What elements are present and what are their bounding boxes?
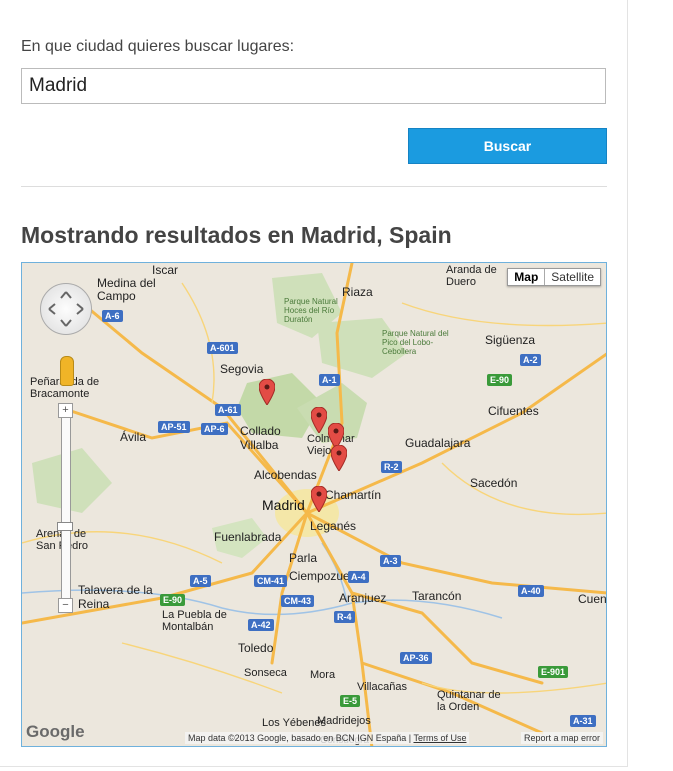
place-marker[interactable] — [311, 486, 327, 512]
road-shield: E-5 — [340, 695, 361, 707]
city-label: Leganés — [310, 519, 357, 533]
road-shield: CM-41 — [254, 575, 288, 587]
map-type-satellite-button[interactable]: Satellite — [545, 269, 600, 285]
city-label: Sacedón — [470, 476, 518, 490]
road-shield: A-42 — [248, 619, 274, 631]
road-shield: A-2 — [520, 354, 541, 366]
city-label: Chamartín — [325, 488, 382, 502]
city-label: Aranjuez — [339, 591, 387, 605]
place-marker[interactable] — [331, 445, 347, 471]
city-label: Villacañas — [357, 681, 407, 693]
park-label: Parque Natural Hoces del Río Duratón — [284, 297, 338, 324]
city-label: Cuenca — [578, 592, 607, 606]
search-label: En que ciudad quieres buscar lugares: — [21, 38, 295, 55]
city-label: Aranda de Duero — [446, 264, 497, 288]
search-panel: En que ciudad quieres buscar lugares: Bu… — [0, 0, 628, 767]
road-shield: AP-36 — [400, 652, 432, 664]
road-shield: A-40 — [518, 585, 544, 597]
city-label: Peñaranda de Bracamonte — [30, 376, 100, 400]
city-label: Iscar — [152, 263, 179, 277]
place-marker[interactable] — [259, 379, 275, 405]
city-label: Tarancón — [412, 589, 462, 603]
road-shield: A-3 — [380, 555, 401, 567]
city-label: Parla — [289, 551, 318, 565]
road-shield: AP-51 — [158, 421, 190, 433]
zoom-in-button[interactable]: + — [58, 403, 73, 418]
city-label: Segovia — [220, 362, 264, 376]
city-label: Ávila — [120, 430, 147, 444]
city-label: Sonseca — [244, 667, 287, 679]
report-map-error-link[interactable]: Report a map error — [520, 732, 603, 744]
city-label: Madridejos — [317, 715, 371, 727]
zoom-out-button[interactable]: − — [58, 598, 73, 613]
pan-control[interactable] — [40, 283, 92, 335]
road-shield: A-31 — [570, 715, 596, 727]
road-shield: AP-6 — [201, 423, 228, 435]
city-label: Cifuentes — [488, 404, 539, 418]
map-type-map-button[interactable]: Map — [508, 269, 546, 285]
park-label: Parque Natural del Pico del Lobo-Cebolle… — [382, 329, 449, 356]
road-shield: A-1 — [319, 374, 340, 386]
search-button[interactable]: Buscar — [408, 128, 607, 164]
city-label: Sigüenza — [485, 333, 536, 347]
map-attribution: Map data ©2013 Google, basado en BCN IGN… — [185, 732, 470, 744]
place-marker[interactable] — [311, 407, 327, 433]
attribution-text: Map data ©2013 Google, basado en BCN IGN… — [188, 733, 407, 743]
divider — [21, 186, 607, 187]
city-label: La Puebla de Montalbán — [162, 609, 227, 633]
results-title: Mostrando resultados en Madrid, Spain — [21, 222, 452, 248]
terms-of-use-link[interactable]: Terms of Use — [413, 733, 466, 743]
city-label: Quintanar de la Orden — [437, 689, 501, 713]
city-label: Mora — [310, 669, 336, 681]
road-shield: E-901 — [538, 666, 569, 678]
road-shield: A-5 — [190, 575, 211, 587]
zoom-slider-track[interactable] — [61, 403, 71, 605]
road-shield: CM-43 — [281, 595, 315, 607]
city-label: Madrid — [262, 497, 305, 513]
city-label: Collado Villalba — [240, 424, 281, 452]
map-type-control: Map Satellite — [507, 268, 601, 286]
city-label: Fuenlabrada — [214, 530, 282, 544]
road-shield: A-61 — [215, 404, 241, 416]
city-label: Talavera de la Reina — [78, 583, 153, 611]
road-shield: R-2 — [381, 461, 402, 473]
road-shield: R-4 — [334, 611, 355, 623]
street-view-pegman-icon[interactable] — [60, 356, 74, 386]
city-label: Guadalajara — [405, 436, 471, 450]
city-label: Toledo — [238, 641, 274, 655]
city-search-input[interactable] — [21, 68, 606, 104]
google-logo: Google — [26, 722, 85, 741]
city-label: Alcobendas — [254, 468, 317, 482]
road-shield: E-90 — [160, 594, 186, 606]
road-shield: A-6 — [102, 310, 123, 322]
road-shield: A-601 — [207, 342, 238, 354]
pan-arrows-icon — [48, 291, 84, 327]
map-canvas[interactable]: Iscar Medina del Campo Riaza Parque Natu… — [21, 262, 607, 747]
city-label: Medina del Campo — [97, 276, 156, 303]
road-shield: A-4 — [348, 571, 369, 583]
zoom-slider-handle[interactable] — [57, 522, 73, 531]
road-shield: E-90 — [487, 374, 513, 386]
